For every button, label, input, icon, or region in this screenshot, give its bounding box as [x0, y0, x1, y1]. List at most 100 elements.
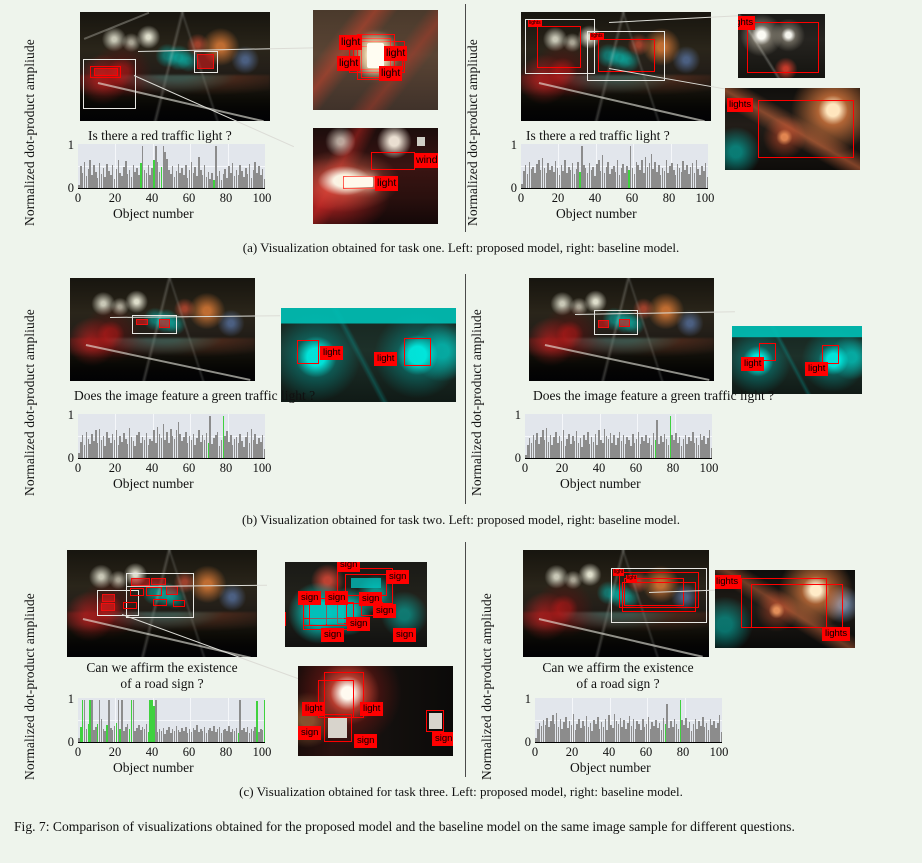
crop-label: sign — [386, 570, 410, 584]
x-tick: 60 — [182, 745, 196, 759]
inline-label: lights — [528, 20, 542, 27]
crop-label: light — [379, 66, 403, 81]
x-tick: 40 — [592, 461, 606, 475]
x-axis-label: Object number — [113, 476, 194, 491]
inline-label: lights — [590, 33, 604, 40]
x-axis-label: Object number — [570, 760, 651, 775]
plot-area — [78, 144, 265, 188]
plot-area — [521, 144, 708, 188]
x-tick: 60 — [629, 461, 643, 475]
crop-label: lights — [738, 16, 756, 30]
x-tick: 0 — [521, 461, 529, 475]
crop-label: sign — [337, 562, 361, 572]
panel-divider-b — [465, 274, 466, 504]
x-tick: 40 — [145, 745, 159, 759]
question-line-2: of a road sign ? — [576, 675, 660, 691]
crop-label: sign — [321, 628, 345, 642]
bar — [263, 178, 265, 188]
question-line-1: Can we affirm the existence — [86, 660, 238, 675]
crop-label: sign — [347, 617, 371, 631]
chart-a-left: Normalized dot-product ampliude 0 1 0 20… — [20, 39, 271, 226]
x-tick: 100 — [252, 745, 272, 759]
x-tick: 20 — [565, 745, 579, 759]
x-tick: 60 — [182, 461, 196, 475]
x-tick: 0 — [517, 191, 525, 205]
bar — [720, 731, 722, 742]
crop-label: windshield — [414, 153, 438, 168]
y-tick: 1 — [67, 692, 74, 706]
panel-task-one: light light light light windshield light… — [0, 0, 922, 232]
crop-label: sign — [298, 591, 322, 605]
crop-label: lights — [727, 98, 754, 112]
chart-c-left: Normalized dot-product ampliude 0 1 0 20… — [20, 593, 271, 780]
crop-label: sign — [325, 591, 349, 605]
crop-label: sign — [393, 628, 417, 642]
x-tick: 100 — [252, 191, 272, 205]
x-tick: 100 — [252, 461, 272, 475]
x-tick: 20 — [108, 461, 122, 475]
subcaption-a: (a) Visualization obtained for task one.… — [242, 240, 680, 255]
x-tick: 0 — [531, 745, 539, 759]
chart-c-right: Normalized dot-product ampliude 0 1 0 20… — [477, 593, 728, 780]
x-tick: 40 — [588, 191, 602, 205]
question-c-left: Can we affirm the existence of a road si… — [71, 660, 253, 692]
bar — [706, 176, 708, 188]
y-tick: 1 — [67, 138, 74, 152]
chart-b-left: Normalized dot-product ampliude 0 1 0 20… — [20, 309, 271, 496]
crop-label: light — [302, 702, 326, 716]
crop-label: sign — [298, 726, 322, 740]
x-tick: 100 — [695, 191, 715, 205]
x-tick: 0 — [74, 745, 82, 759]
x-tick: 80 — [662, 191, 676, 205]
crop-label: light — [374, 352, 398, 366]
panel-divider-c — [465, 542, 466, 777]
question-c-right: Can we affirm the existence of a road si… — [527, 660, 709, 692]
crop-traffic-light: light light light light — [313, 10, 438, 110]
crop-signs: sign sign sign sign sign sign sign sign … — [285, 562, 427, 647]
crop-label: light — [337, 56, 361, 71]
panel-task-two: light light Does the image feature a gre… — [0, 270, 922, 505]
plot-area — [535, 698, 722, 742]
crop-dark-sign: light light sign sign sign — [298, 666, 453, 756]
x-tick: 20 — [108, 191, 122, 205]
figure-caption: Fig. 7: Comparison of visualizations obt… — [14, 819, 795, 834]
y-axis-label: Normalized dot-product ampliude — [465, 39, 480, 226]
x-tick: 40 — [602, 745, 616, 759]
crop-label: sign — [432, 732, 453, 746]
question-b-left: Does the image feature a green traffic l… — [74, 388, 316, 403]
x-tick: 0 — [74, 191, 82, 205]
x-tick: 40 — [145, 461, 159, 475]
x-axis-label: Object number — [556, 206, 637, 221]
crop-label: light — [320, 346, 344, 360]
crop-label: light — [375, 176, 399, 191]
crop-label: light — [741, 357, 765, 371]
x-tick: 40 — [145, 191, 159, 205]
x-axis-label: Object number — [113, 206, 194, 221]
question-line-1: Can we affirm the existence — [542, 660, 694, 675]
x-axis-label: Object number — [113, 760, 194, 775]
crop-label: light — [360, 702, 384, 716]
scene-photo-c-left — [67, 550, 257, 657]
y-axis-label: Normalized dot-product ampliude — [22, 593, 37, 780]
y-axis-label: Normalized dot-product ampliude — [479, 593, 494, 780]
plot-area — [78, 698, 265, 742]
scene-photo-c-right: light light — [523, 550, 709, 657]
chart-a-right: Normalized dot-product ampliude 0 1 0 20… — [463, 39, 714, 226]
x-tick: 20 — [551, 191, 565, 205]
scene-photo-b-right — [529, 278, 714, 381]
crop-label: light — [384, 46, 408, 61]
subcaption-c: (c) Visualization obtained for task thre… — [239, 784, 683, 799]
x-tick: 80 — [666, 461, 680, 475]
chart-b-right: Normalized dot-product ampliude 0 1 0 20… — [467, 309, 718, 496]
panel-task-three: sign sign sign sign sign sign sign sign … — [0, 538, 922, 780]
x-tick: 80 — [219, 191, 233, 205]
crop-glare: lights — [725, 88, 860, 170]
y-axis-label: Normalized dot-product ampliude — [469, 309, 484, 496]
inline-label: light — [613, 569, 625, 576]
question-line-2: of a road sign ? — [120, 675, 204, 691]
crop-lights-pair: lights lights — [715, 570, 855, 648]
scene-photo-a-left — [80, 12, 270, 121]
crop-label: sign — [285, 612, 287, 626]
x-tick: 100 — [699, 461, 719, 475]
bar — [710, 447, 712, 458]
